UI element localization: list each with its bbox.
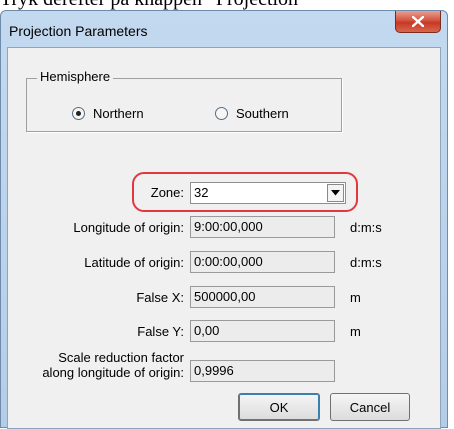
longitude-label: Longitude of origin: xyxy=(73,220,184,235)
longitude-unit: d:m:s xyxy=(350,220,382,235)
southern-label[interactable]: Southern xyxy=(236,106,289,121)
false-x-label: False X: xyxy=(136,290,184,305)
northern-label[interactable]: Northern xyxy=(93,106,144,121)
zone-highlight-annotation xyxy=(132,172,358,212)
latitude-label: Latitude of origin: xyxy=(84,255,184,270)
ok-button[interactable]: OK xyxy=(238,393,320,421)
false-x-unit: m xyxy=(350,290,361,305)
scale-label-line1: Scale reduction factor xyxy=(58,350,184,365)
hemisphere-legend: Hemisphere xyxy=(37,69,114,84)
false-y-unit: m xyxy=(350,324,361,339)
latitude-field[interactable]: 0:00:00,000 xyxy=(190,251,335,273)
dialog-body: Hemisphere Northern Southern Zone: 32 Lo… xyxy=(7,47,441,429)
scale-label-line2: along longitude of origin: xyxy=(42,365,184,380)
false-y-label: False Y: xyxy=(137,324,184,339)
southern-radio[interactable] xyxy=(215,107,228,120)
title-bar[interactable]: Projection Parameters xyxy=(1,11,447,47)
scale-field[interactable]: 0,9996 xyxy=(190,360,335,382)
document-text-line: Tryk derefter på knappen “Projection xyxy=(0,0,454,10)
northern-radio[interactable] xyxy=(72,107,85,120)
window-title: Projection Parameters xyxy=(9,23,148,39)
cancel-button[interactable]: Cancel xyxy=(330,393,410,421)
projection-parameters-dialog: Projection Parameters Hemisphere Norther… xyxy=(0,10,448,429)
longitude-field[interactable]: 9:00:00,000 xyxy=(190,216,335,238)
close-icon xyxy=(412,16,424,27)
radio-selected-dot xyxy=(76,111,81,116)
latitude-unit: d:m:s xyxy=(350,255,382,270)
false-y-field[interactable]: 0,00 xyxy=(190,320,335,342)
false-x-field[interactable]: 500000,00 xyxy=(190,286,335,308)
close-button[interactable] xyxy=(395,11,441,33)
hemisphere-group: Hemisphere Northern Southern xyxy=(26,69,342,132)
